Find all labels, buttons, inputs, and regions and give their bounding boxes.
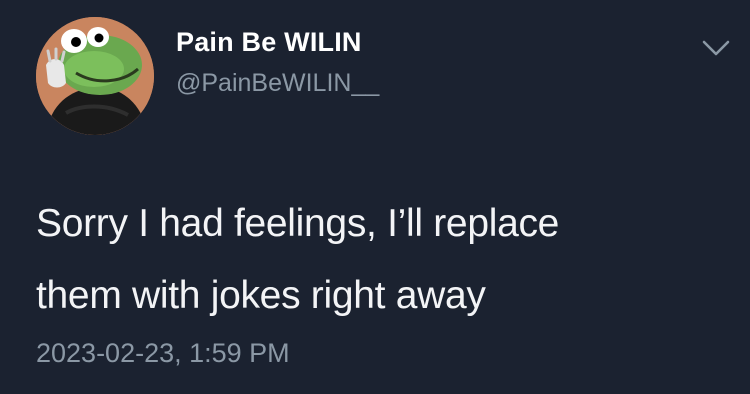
frog-avatar-image: [36, 17, 154, 135]
author-handle[interactable]: @PainBeWILIN__: [176, 69, 379, 98]
tweet-timestamp[interactable]: 2023-02-23, 1:59 PM: [36, 338, 290, 369]
avatar[interactable]: [36, 17, 154, 135]
chevron-down-icon[interactable]: [700, 36, 732, 60]
tweet-text-line-2: them with jokes right away: [36, 274, 486, 317]
tweet-text-line-1: Sorry I had feelings, I’ll replace: [36, 202, 560, 245]
tweet-text: Sorry I had feelings, I’ll replace them …: [36, 188, 726, 332]
author-name[interactable]: Pain Be WILIN: [176, 27, 362, 58]
tweet-card: Pain Be WILIN @PainBeWILIN__ Sorry I had…: [0, 0, 750, 394]
